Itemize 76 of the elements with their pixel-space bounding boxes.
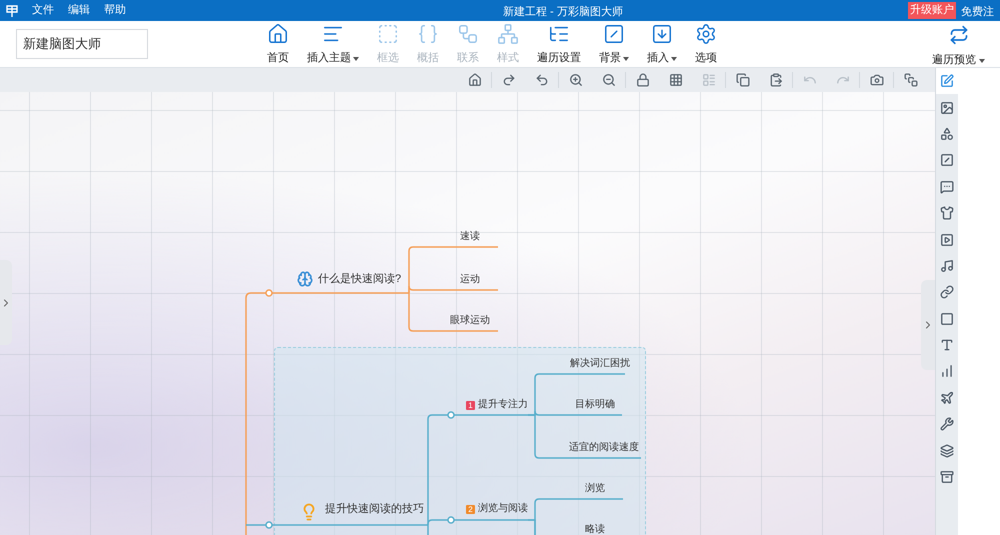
caret-icon	[353, 56, 359, 60]
plane-icon	[940, 390, 954, 405]
app-logo-icon	[6, 4, 18, 16]
image-icon	[940, 100, 954, 115]
style-icon	[497, 23, 519, 45]
window-title: 新建工程 - 万彩脑图大师	[503, 4, 623, 20]
settings-icon	[695, 23, 717, 45]
grid-icon	[668, 73, 682, 87]
relation-icon	[457, 23, 479, 45]
collapse-right-handle[interactable]	[921, 280, 935, 370]
edit-tool[interactable]	[936, 68, 958, 94]
home-icon	[468, 73, 482, 87]
layers-icon	[940, 444, 954, 458]
menu-item[interactable]: 文件	[32, 2, 54, 19]
document-name-field[interactable]: 新建脑图大师	[16, 29, 148, 59]
topic-text[interactable]: 提升专注力	[478, 399, 528, 411]
toolbar-button[interactable]: 插入	[638, 23, 686, 65]
link-icon	[940, 285, 954, 300]
node-handle[interactable]	[447, 516, 455, 524]
zoom-in-icon	[568, 73, 582, 87]
register-link[interactable]: 免费注	[961, 4, 994, 20]
caret-icon	[979, 58, 985, 62]
music-icon	[940, 258, 954, 273]
topic-text[interactable]: 解决词汇困扰	[570, 358, 630, 370]
topic-text[interactable]: 速读	[460, 231, 480, 243]
topic-text[interactable]: 浏览	[585, 483, 605, 495]
topic-text[interactable]: 什么是快速阅读?	[318, 273, 402, 285]
chart-icon	[940, 364, 954, 378]
topic-text[interactable]: 略读	[585, 524, 605, 535]
camera-icon	[870, 73, 884, 87]
shape-icon	[940, 312, 954, 326]
shirt-icon	[940, 206, 954, 220]
topic-text[interactable]: 适宜的阅读速度	[569, 442, 639, 454]
insert-icon	[651, 23, 673, 45]
topic-text[interactable]: 运动	[460, 274, 480, 286]
head-icon	[297, 271, 313, 287]
priority-badge: 2	[466, 505, 475, 514]
menu-item[interactable]: 帮助	[104, 2, 126, 19]
shapes-icon	[940, 126, 954, 141]
topic-text[interactable]: 目标明确	[575, 399, 615, 411]
braces-icon	[417, 23, 439, 45]
topic-text[interactable]: 眼球运动	[450, 315, 490, 327]
redo-icon	[502, 73, 516, 87]
lock-icon	[636, 73, 650, 87]
copy-icon	[736, 73, 750, 87]
zoom-out-icon	[602, 73, 616, 87]
node-handle[interactable]	[265, 521, 273, 529]
paste-icon	[768, 73, 782, 87]
node-handle[interactable]	[447, 411, 455, 419]
edit-icon	[940, 74, 954, 88]
toolbar-button[interactable]: 背景	[590, 23, 638, 65]
preview-icon	[948, 25, 968, 45]
select-icon	[377, 23, 399, 45]
video-icon	[940, 232, 954, 247]
comment-icon	[940, 180, 954, 194]
archive-icon	[940, 470, 954, 484]
toolbar-button[interactable]: 选项	[686, 23, 726, 65]
layout-icon	[702, 73, 716, 87]
home-icon	[267, 23, 289, 45]
menu-item[interactable]: 编辑	[68, 2, 90, 19]
topic-text[interactable]: 提升快速阅读的技巧	[325, 503, 424, 515]
preview-button[interactable]: 遍历预览	[932, 25, 985, 67]
slash-icon	[940, 153, 954, 168]
toolbar-button[interactable]: 插入主题	[298, 23, 368, 65]
windows-icon	[904, 73, 918, 87]
priority-badge: 1	[466, 401, 475, 410]
topic-text[interactable]: 浏览与阅读	[478, 503, 528, 515]
wrench-icon	[940, 417, 954, 432]
undo-icon	[534, 73, 548, 87]
caret-icon	[623, 56, 629, 60]
toolbar-button[interactable]: 首页	[258, 23, 298, 65]
text-icon	[940, 338, 954, 352]
caret-icon	[671, 56, 677, 60]
collapse-left-handle[interactable]	[0, 260, 12, 345]
toolbar-button[interactable]: 遍历设置	[528, 23, 590, 65]
node-handle[interactable]	[265, 289, 273, 297]
